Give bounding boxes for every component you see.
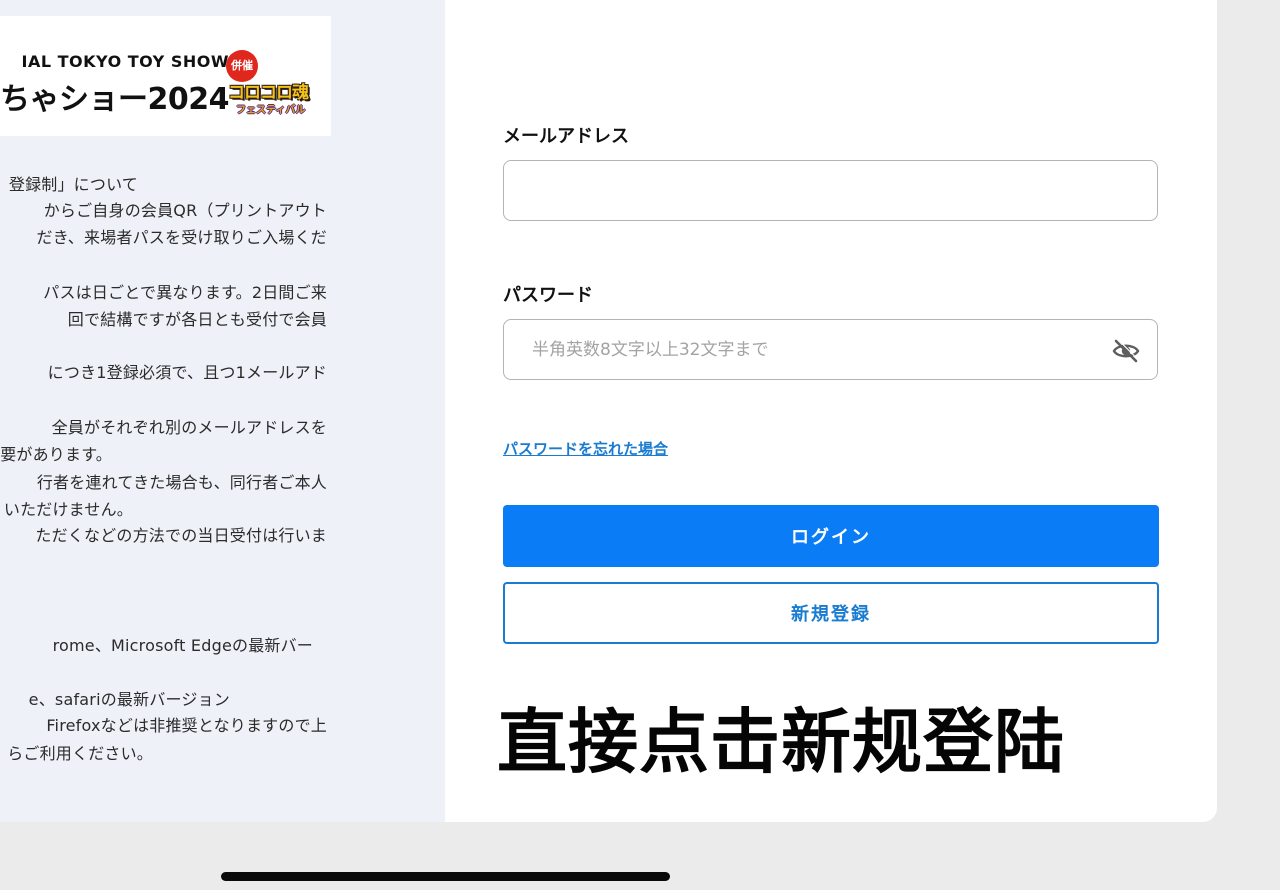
corocoro-logo: コロコロ魂	[228, 83, 309, 103]
event-banner: IAL TOKYO TOY SHOW ちゃショー2024 併催 コロコロ魂 フェ…	[0, 16, 331, 136]
banner-title-en: IAL TOKYO TOY SHOW	[21, 52, 229, 71]
notice-line: ただくなどの方法での当日受付は行いま	[35, 526, 327, 545]
notice-line: rome、Microsoft Edgeの最新バー	[52, 636, 313, 655]
email-label: メールアドレス	[503, 126, 629, 147]
login-button[interactable]: ログイン	[503, 505, 1159, 567]
notice-line: 全員がそれぞれ別のメールアドレスを	[51, 418, 327, 437]
email-input[interactable]	[503, 160, 1158, 221]
notice-line: Firefoxなどは非推奨となりますので上	[46, 716, 327, 735]
notice-line: だき、来場者パスを受け取りご入場くだ	[36, 228, 327, 247]
notice-line: からご自身の会員QR（プリントアウト	[43, 201, 327, 220]
notice-line: らご利用ください。	[7, 744, 153, 763]
eye-slash-icon[interactable]	[1112, 339, 1140, 363]
instruction-caption: 直接点击新规登陆	[497, 701, 1065, 783]
notice-line: e、safariの最新バージョン	[28, 690, 230, 709]
login-card: IAL TOKYO TOY SHOW ちゃショー2024 併催 コロコロ魂 フェ…	[0, 0, 1217, 822]
forgot-password-link[interactable]: パスワードを忘れた場合	[503, 438, 668, 459]
notice-line: 行者を連れてきた場合も、同行者ご本人	[36, 473, 327, 492]
notice-line: いただけません。	[3, 500, 133, 519]
notice-line: につき1登録必須で、且つ1メールアド	[47, 363, 327, 382]
notice-line: 要があります。	[0, 445, 112, 464]
banner-title-ja: ちゃショー2024	[0, 82, 230, 117]
corocoro-logo-sub: フェスティバル	[236, 105, 306, 116]
event-info-panel: IAL TOKYO TOY SHOW ちゃショー2024 併催 コロコロ魂 フェ…	[0, 0, 445, 822]
password-label: パスワード	[503, 285, 593, 306]
register-button[interactable]: 新規登録	[503, 582, 1159, 644]
notice-line: 登録制」について	[8, 175, 138, 194]
notice-line: パスは日ごとで異なります。2日間ご来	[43, 283, 327, 302]
password-input[interactable]	[503, 319, 1158, 380]
notice-line: 回で結構ですが各日とも受付で会員	[67, 310, 327, 329]
home-indicator[interactable]	[221, 872, 670, 881]
